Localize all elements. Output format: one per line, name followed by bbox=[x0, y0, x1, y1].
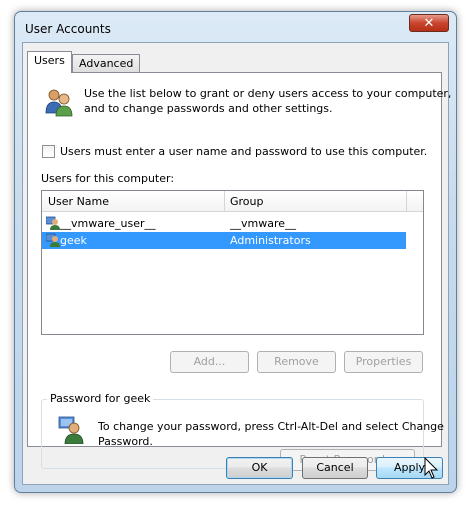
column-group[interactable]: Group bbox=[230, 195, 264, 208]
user-password-icon bbox=[58, 416, 84, 444]
user-icon bbox=[46, 233, 60, 247]
cell-user-name: __vmware_user__ bbox=[60, 217, 156, 230]
users-icon bbox=[45, 89, 73, 117]
password-group-title: Password for geek bbox=[47, 392, 154, 405]
table-row[interactable]: __vmware_user__ __vmware__ bbox=[42, 215, 406, 232]
remove-user-button[interactable]: Remove bbox=[257, 351, 336, 373]
properties-button[interactable]: Properties bbox=[344, 351, 423, 373]
intro-text-line1: Use the list below to grant or deny user… bbox=[84, 87, 452, 100]
users-list[interactable]: User Name Group __vmware_user__ __vmware… bbox=[41, 190, 424, 335]
column-separator[interactable] bbox=[224, 191, 225, 211]
cell-user-name: geek bbox=[60, 234, 87, 247]
column-separator[interactable] bbox=[406, 191, 407, 211]
add-user-button[interactable]: Add... bbox=[170, 351, 249, 373]
column-user-name[interactable]: User Name bbox=[48, 195, 109, 208]
require-login-checkbox[interactable] bbox=[42, 145, 55, 158]
table-row-selected[interactable]: geek Administrators bbox=[42, 232, 406, 249]
users-list-label: Users for this computer: bbox=[41, 172, 175, 185]
list-header: User Name Group bbox=[42, 191, 423, 212]
password-hint-line1: To change your password, press Ctrl-Alt-… bbox=[98, 420, 444, 433]
tab-advanced[interactable]: Advanced bbox=[72, 54, 141, 74]
dialog-client: Users Advanced Use the list below to gra… bbox=[22, 42, 451, 485]
user-accounts-window: User Accounts ✕ Users Advanced Use the l… bbox=[14, 11, 457, 493]
window-title: User Accounts bbox=[25, 22, 111, 36]
tab-users[interactable]: Users bbox=[27, 51, 72, 73]
title-bar[interactable]: User Accounts ✕ bbox=[15, 12, 456, 40]
intro-text-line2: and to change passwords and other settin… bbox=[84, 102, 333, 115]
user-icon bbox=[46, 216, 60, 230]
close-icon: ✕ bbox=[423, 16, 435, 31]
mouse-cursor-icon bbox=[424, 457, 438, 479]
ok-button[interactable]: OK bbox=[226, 457, 293, 479]
cancel-button[interactable]: Cancel bbox=[302, 457, 368, 479]
cell-group: Administrators bbox=[230, 234, 311, 247]
cell-group: __vmware__ bbox=[230, 217, 297, 230]
password-hint-line2: Password. bbox=[98, 435, 153, 448]
require-login-label[interactable]: Users must enter a user name and passwor… bbox=[60, 145, 427, 158]
users-tab-panel: Use the list below to grant or deny user… bbox=[27, 72, 451, 471]
close-button[interactable]: ✕ bbox=[409, 14, 449, 32]
